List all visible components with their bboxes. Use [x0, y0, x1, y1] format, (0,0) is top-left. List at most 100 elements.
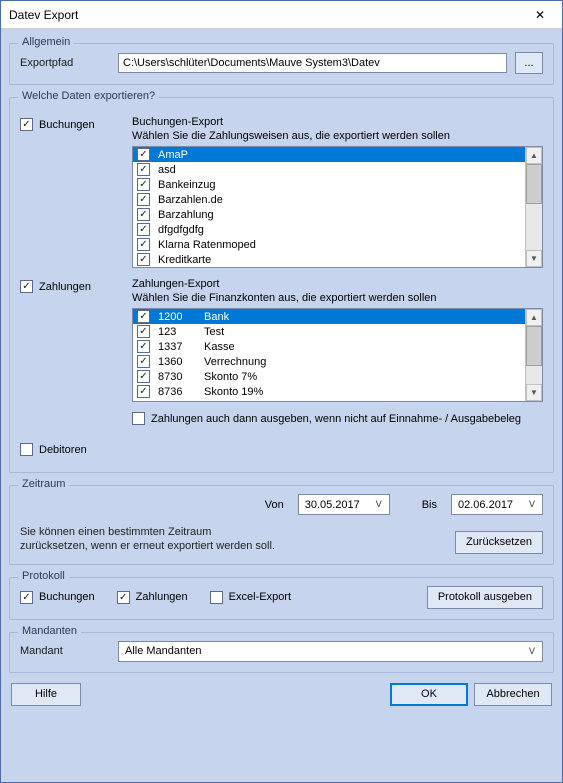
titlebar: Datev Export ✕: [1, 1, 562, 29]
zeitraum-hint: Sie können einen bestimmten Zeitraum zur…: [20, 525, 280, 554]
list-item[interactable]: ✓1360Verrechnung: [133, 354, 525, 369]
list-item[interactable]: ✓123Test: [133, 324, 525, 339]
von-value: 30.05.2017: [305, 499, 360, 511]
checkbox-icon: ✓: [137, 340, 150, 353]
cancel-button[interactable]: Abbrechen: [474, 683, 552, 706]
list-item-account: 1200: [158, 311, 200, 323]
bis-datefield[interactable]: 02.06.2017 ᐯ: [451, 494, 543, 515]
list-item[interactable]: ✓Bankeinzug: [133, 177, 525, 192]
mandant-dropdown[interactable]: Alle Mandanten ᐯ: [118, 641, 543, 662]
buchungen-checkbox-label: Buchungen: [39, 119, 95, 131]
checkbox-icon: ✓: [137, 208, 150, 221]
list-item[interactable]: ✓ asd: [133, 162, 525, 177]
list-item[interactable]: ✓ 1337 Kasse: [133, 339, 525, 354]
ok-button[interactable]: OK: [390, 683, 468, 706]
list-item-label: Kasse: [204, 341, 235, 353]
protokoll-zahlungen-label: Zahlungen: [136, 591, 188, 603]
protokoll-buchungen-checkbox[interactable]: ✓ Buchungen: [20, 591, 95, 604]
list-item-label: asd: [158, 164, 176, 176]
buchungen-checkbox[interactable]: ✓ Buchungen: [20, 118, 120, 131]
zahlungen-subtitle: Wählen Sie die Finanzkonten aus, die exp…: [132, 292, 543, 304]
legend-zeitraum: Zeitraum: [18, 478, 69, 490]
group-export: Welche Daten exportieren? ✓ Buchungen Bu…: [9, 97, 554, 473]
exportpfad-field[interactable]: C:\Users\schlüter\Documents\Mauve System…: [118, 53, 507, 73]
checkbox-icon: ✓: [137, 148, 150, 161]
buchungen-title: Buchungen-Export: [132, 116, 543, 128]
list-item[interactable]: ✓ 1200 Bank: [133, 309, 525, 324]
reset-button[interactable]: Zurücksetzen: [455, 531, 543, 554]
zahlungen-extra-checkbox[interactable]: Zahlungen auch dann ausgeben, wenn nicht…: [132, 412, 543, 425]
scroll-down-icon[interactable]: ▼: [526, 250, 542, 267]
checkbox-icon: [210, 591, 223, 604]
group-mandanten: Mandanten Mandant Alle Mandanten ᐯ: [9, 632, 554, 673]
checkbox-icon: ✓: [20, 118, 33, 131]
list-item-label: Verrechnung: [204, 356, 266, 368]
checkbox-icon: ✓: [20, 280, 33, 293]
legend-protokoll: Protokoll: [18, 570, 69, 582]
list-item[interactable]: ✓Barzahlen.de: [133, 192, 525, 207]
mandant-value: Alle Mandanten: [125, 645, 201, 657]
list-item-label: Barzahlung: [158, 209, 214, 221]
buchungen-subtitle: Wählen Sie die Zahlungsweisen aus, die e…: [132, 130, 543, 142]
checkbox-icon: ✓: [137, 253, 150, 266]
buchungen-listbox[interactable]: ✓AmaP✓asd✓Bankeinzug✓Barzahlen.de✓Barzah…: [132, 146, 543, 268]
scroll-up-icon[interactable]: ▲: [526, 147, 542, 164]
scrollbar[interactable]: ▲ ▼: [525, 309, 542, 401]
checkbox-icon: ✓: [137, 325, 150, 338]
von-datefield[interactable]: 30.05.2017 ᐯ: [298, 494, 390, 515]
list-item-label: Bank: [204, 311, 229, 323]
footer: Hilfe OK Abbrechen: [9, 677, 554, 708]
group-protokoll: Protokoll ✓ Buchungen ✓ Zahlungen Excel-…: [9, 577, 554, 620]
checkbox-icon: ✓: [137, 238, 150, 251]
checkbox-icon: ✓: [137, 355, 150, 368]
checkbox-icon: [132, 412, 145, 425]
mandant-label: Mandant: [20, 645, 110, 657]
zahlungen-title: Zahlungen-Export: [132, 278, 543, 290]
checkbox-icon: ✓: [137, 223, 150, 236]
protokoll-output-button[interactable]: Protokoll ausgeben: [427, 586, 543, 609]
von-label: Von: [265, 499, 284, 511]
list-item[interactable]: ✓Klarna Ratenmoped: [133, 237, 525, 252]
list-item[interactable]: ✓AmaP: [133, 147, 525, 162]
list-item-account: 123: [158, 326, 200, 338]
group-allgemein: Allgemein Exportpfad C:\Users\schlüter\D…: [9, 43, 554, 85]
scroll-down-icon[interactable]: ▼: [526, 384, 542, 401]
protokoll-excel-checkbox[interactable]: Excel-Export: [210, 591, 291, 604]
checkbox-icon: ✓: [20, 591, 33, 604]
list-item[interactable]: ✓8736Skonto 19%: [133, 384, 525, 399]
scroll-thumb[interactable]: [526, 164, 542, 204]
zahlungen-extra-label: Zahlungen auch dann ausgeben, wenn nicht…: [151, 413, 521, 425]
group-zeitraum: Zeitraum Von 30.05.2017 ᐯ Bis 02.06.2017…: [9, 485, 554, 565]
protokoll-zahlungen-checkbox[interactable]: ✓ Zahlungen: [117, 591, 188, 604]
list-item[interactable]: ✓8730Skonto 7%: [133, 369, 525, 384]
scrollbar[interactable]: ▲ ▼: [525, 147, 542, 267]
browse-button[interactable]: ...: [515, 52, 543, 74]
bis-value: 02.06.2017: [458, 499, 513, 511]
exportpfad-label: Exportpfad: [20, 57, 110, 69]
zahlungen-listbox[interactable]: ✓1200Bank✓123Test✓1337Kasse✓1360Verrechn…: [132, 308, 543, 402]
debitoren-label: Debitoren: [39, 444, 87, 456]
list-item[interactable]: ✓ Barzahlung: [133, 207, 525, 222]
zahlungen-checkbox-label: Zahlungen: [39, 281, 91, 293]
checkbox-icon: ✓: [137, 310, 150, 323]
checkbox-icon: ✓: [137, 193, 150, 206]
debitoren-checkbox[interactable]: Debitoren: [20, 443, 120, 456]
checkbox-icon: ✓: [137, 370, 150, 383]
help-button[interactable]: Hilfe: [11, 683, 81, 706]
checkbox-icon: ✓: [137, 178, 150, 191]
zahlungen-checkbox[interactable]: ✓ Zahlungen: [20, 280, 120, 293]
list-item-account: 8736: [158, 386, 200, 398]
window-title: Datev Export: [9, 8, 78, 22]
legend-export: Welche Daten exportieren?: [18, 90, 159, 102]
legend-allgemein: Allgemein: [18, 36, 74, 48]
checkbox-icon: [20, 443, 33, 456]
list-item[interactable]: ✓dfgdfgdfg: [133, 222, 525, 237]
scroll-up-icon[interactable]: ▲: [526, 309, 542, 326]
list-item[interactable]: ✓Kreditkarte: [133, 252, 525, 267]
checkbox-icon: ✓: [137, 163, 150, 176]
close-button[interactable]: ✕: [518, 1, 562, 29]
protokoll-excel-label: Excel-Export: [229, 591, 291, 603]
scroll-thumb[interactable]: [526, 326, 542, 366]
dialog-body: Allgemein Exportpfad C:\Users\schlüter\D…: [1, 29, 562, 782]
list-item-account: 1337: [158, 341, 200, 353]
